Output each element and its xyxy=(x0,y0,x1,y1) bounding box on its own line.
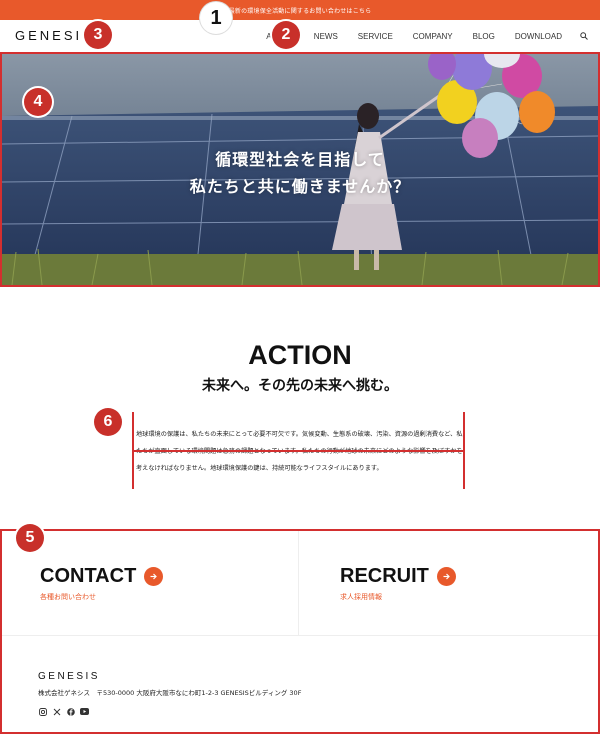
contact-title: CONTACT xyxy=(40,565,137,587)
arrow-right-icon[interactable] xyxy=(436,567,456,586)
nav-download[interactable]: DOWNLOAD xyxy=(515,32,562,41)
footer-address: 株式会社ゲネシス 〒530-0000 大阪府大阪市なにわ町1-2-3 GENES… xyxy=(38,689,302,697)
recruit-subtitle[interactable]: 求人採用情報 xyxy=(340,592,382,602)
annotation-marker-4: 4 xyxy=(24,88,52,116)
highlight-rule xyxy=(134,450,463,452)
recruit-title: RECRUIT xyxy=(340,565,429,587)
instagram-icon[interactable] xyxy=(38,707,47,716)
hero-headline: 循環型社会を目指して 私たちと共に働きませんか？ xyxy=(2,146,598,200)
nav-news[interactable]: NEWS xyxy=(314,32,338,41)
recruit-link[interactable]: RECRUIT xyxy=(340,565,456,588)
annotation-marker-5: 5 xyxy=(16,524,44,552)
action-subtitle: 未来へ。その先の未来へ挑む。 xyxy=(202,378,398,394)
contact-subtitle[interactable]: 各種お問い合わせ xyxy=(40,592,96,602)
annotation-marker-2: 2 xyxy=(272,21,300,49)
annotation-marker-3: 3 xyxy=(84,21,112,49)
nav-service[interactable]: SERVICE xyxy=(358,32,393,41)
hero-line-1: 循環型社会を目指して xyxy=(215,150,385,169)
announcement-text[interactable]: 最新の環境保全活動に関するお問い合わせはこちら xyxy=(229,6,372,15)
footer-logo[interactable]: GENESIS xyxy=(38,671,100,682)
contact-card[interactable]: CONTACT 各種お問い合わせ xyxy=(2,531,299,635)
search-icon[interactable] xyxy=(580,32,588,40)
annotation-marker-1: 1 xyxy=(200,2,232,34)
annotation-marker-6: 6 xyxy=(94,408,122,436)
social-links xyxy=(38,707,94,716)
contact-link[interactable]: CONTACT xyxy=(40,565,164,588)
site-logo[interactable]: GENESIS xyxy=(15,28,94,43)
action-title: ACTION xyxy=(248,340,352,370)
hero-line-2: 私たちと共に働きませんか？ xyxy=(189,177,411,196)
nav-company[interactable]: COMPANY xyxy=(413,32,453,41)
youtube-icon[interactable] xyxy=(80,707,89,716)
recruit-card[interactable]: RECRUIT 求人採用情報 xyxy=(299,531,598,635)
facebook-icon[interactable] xyxy=(66,707,75,716)
footer-divider xyxy=(2,635,598,636)
x-icon[interactable] xyxy=(52,707,61,716)
announcement-bar[interactable]: 最新の環境保全活動に関するお問い合わせはこちら xyxy=(0,0,600,20)
hero-banner: 循環型社会を目指して 私たちと共に働きませんか？ xyxy=(0,52,600,287)
action-body-box: 地球環境の保護は、私たちの未来にとって必要不可欠です。気候変動、生態系の破壊、汚… xyxy=(132,412,465,489)
arrow-right-icon[interactable] xyxy=(144,567,164,586)
cta-footer-section: CONTACT 各種お問い合わせ RECRUIT 求人採用情報 GENESIS … xyxy=(0,529,600,734)
nav-blog[interactable]: BLOG xyxy=(473,32,495,41)
